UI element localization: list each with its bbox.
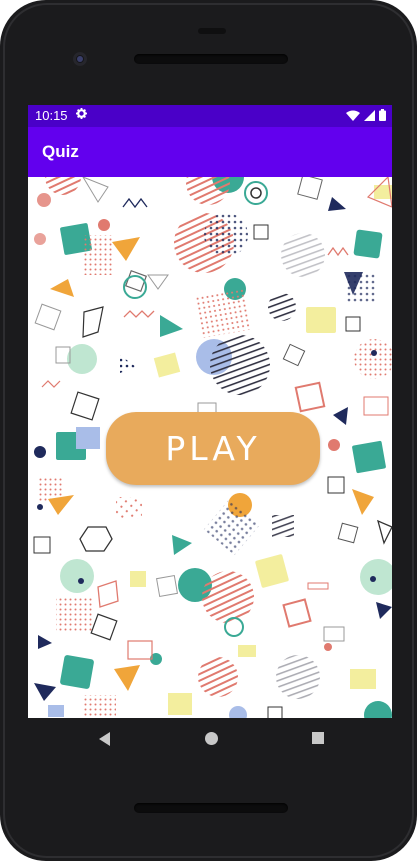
earpiece-speaker	[134, 54, 288, 64]
phone-top-sensor	[198, 28, 226, 34]
front-camera-icon	[73, 52, 87, 66]
recents-square-icon[interactable]	[312, 732, 324, 744]
navigation-bar	[0, 718, 417, 760]
app-bar: Quiz	[28, 127, 392, 177]
status-time: 10:15	[35, 108, 68, 123]
main-content: PLAY	[28, 177, 392, 718]
play-button[interactable]: PLAY	[106, 412, 320, 485]
phone-screen: 10:15 Quiz PLAY	[28, 105, 392, 718]
back-triangle-icon[interactable]	[99, 732, 110, 746]
bottom-speaker	[134, 803, 288, 813]
wifi-icon	[346, 109, 360, 124]
home-circle-icon[interactable]	[205, 732, 218, 745]
status-bar: 10:15	[28, 105, 392, 127]
battery-icon	[379, 109, 386, 124]
status-icons	[346, 109, 386, 124]
app-title: Quiz	[42, 142, 79, 161]
phone-frame: 10:15 Quiz PLAY	[0, 0, 417, 861]
gear-icon	[76, 108, 87, 122]
cell-signal-icon	[364, 109, 375, 124]
